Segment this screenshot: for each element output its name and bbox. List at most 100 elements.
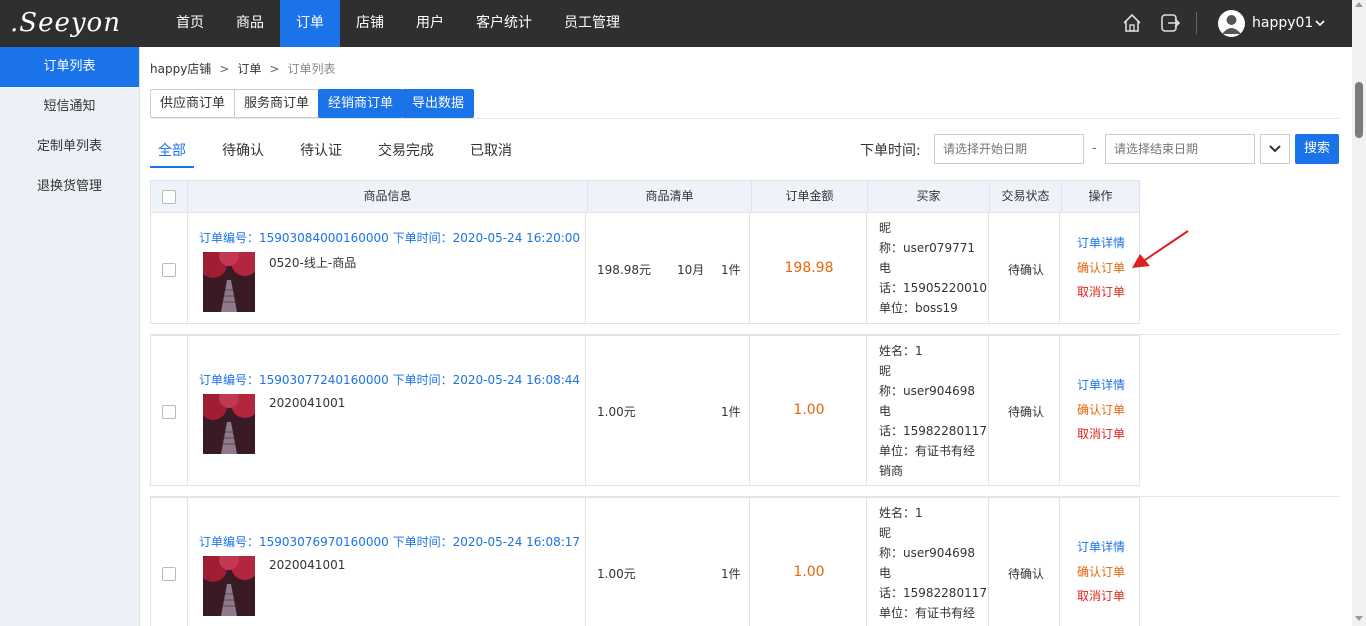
- nav-orders[interactable]: 订单: [280, 0, 340, 47]
- topbar-divider: [1196, 12, 1197, 34]
- divider: [150, 118, 1340, 119]
- order-time-label: 下单时间:: [860, 143, 921, 159]
- chevron-right-icon: >: [219, 61, 230, 76]
- order-number-time[interactable]: 订单编号：15903076970160000 下单时间：2020-05-24 1…: [199, 533, 580, 550]
- product-name[interactable]: 0520-线上-商品: [269, 254, 356, 271]
- product-quantity: 1件: [721, 405, 741, 419]
- nav-staff[interactable]: 员工管理: [548, 0, 636, 47]
- product-thumbnail[interactable]: [203, 394, 255, 454]
- product-thumbnail[interactable]: [203, 252, 255, 312]
- product-thumbnail[interactable]: [203, 556, 255, 616]
- product-price: 1.00元: [597, 405, 636, 419]
- date-dropdown-button[interactable]: [1260, 134, 1290, 164]
- sidebar-item-returns[interactable]: 退换货管理: [0, 167, 139, 207]
- nav-home[interactable]: 首页: [160, 0, 220, 47]
- active-tab-indicator: [150, 166, 194, 168]
- order-detail-link[interactable]: 订单详情: [1061, 376, 1141, 393]
- product-quantity: 1件: [721, 263, 741, 277]
- top-navbar: .Seeyon 首页 商品 订单 店铺 用户 客户统计 员工管理: [0, 0, 1352, 47]
- chevron-down-icon[interactable]: [1314, 17, 1326, 29]
- product-name[interactable]: 2020041001: [269, 396, 345, 410]
- product-name[interactable]: 2020041001: [269, 558, 345, 572]
- user-avatar-icon: [1218, 10, 1245, 37]
- breadcrumb: happy店铺 > 订单 > 订单列表: [150, 60, 335, 77]
- order-checkbox[interactable]: [162, 263, 176, 277]
- cancel-order-link[interactable]: 取消订单: [1061, 425, 1141, 442]
- order-number-time[interactable]: 订单编号：15903077240160000 下单时间：2020-05-24 1…: [199, 371, 580, 388]
- order-detail-link[interactable]: 订单详情: [1061, 538, 1141, 555]
- main-nav: 首页 商品 订单 店铺 用户 客户统计 员工管理: [160, 0, 636, 47]
- nav-customer-stats[interactable]: 客户统计: [460, 0, 548, 47]
- select-all-checkbox[interactable]: [162, 190, 176, 204]
- breadcrumb-orders[interactable]: 订单: [237, 60, 261, 77]
- end-date-input[interactable]: [1105, 134, 1255, 164]
- product-image-icon: [203, 394, 255, 454]
- start-date-input[interactable]: [934, 134, 1084, 164]
- order-amount: 1.00: [793, 402, 825, 418]
- annotation-arrow-icon: [1132, 230, 1189, 268]
- order-checkbox[interactable]: [162, 567, 176, 581]
- service-orders-button[interactable]: 服务商订单: [234, 89, 320, 118]
- order-row: 订单编号：15903076970160000 下单时间：2020-05-24 1…: [150, 497, 1140, 626]
- product-price: 198.98元: [597, 263, 651, 277]
- order-amount: 1.00: [793, 564, 825, 580]
- order-table-header: 商品信息 商品清单 订单金额 买家 交易状态 操作: [150, 180, 1140, 213]
- confirm-order-link[interactable]: 确认订单: [1061, 401, 1141, 418]
- chevron-down-icon: [1269, 145, 1281, 153]
- order-row: 订单编号：15903084000160000 下单时间：2020-05-24 1…: [150, 212, 1140, 324]
- order-amount: 198.98: [784, 260, 834, 276]
- sidebar-item-sms[interactable]: 短信通知: [0, 87, 139, 127]
- scroll-up-icon[interactable]: [1355, 2, 1363, 7]
- tab-cancelled[interactable]: 已取消: [470, 140, 512, 160]
- cancel-order-link[interactable]: 取消订单: [1061, 587, 1141, 604]
- scrollbar-thumb[interactable]: [1355, 82, 1363, 138]
- trade-status: 待确认: [1007, 567, 1044, 581]
- header-actions: 操作: [1061, 181, 1139, 212]
- breadcrumb-current: 订单列表: [287, 62, 336, 76]
- product-spec: 10月: [677, 263, 705, 277]
- trade-status: 待确认: [1007, 263, 1044, 277]
- sidebar: 订单列表 短信通知 定制单列表 退换货管理: [0, 47, 140, 626]
- user-name[interactable]: happy01: [1252, 0, 1313, 47]
- sidebar-item-order-list[interactable]: 订单列表: [0, 47, 139, 87]
- nav-store[interactable]: 店铺: [340, 0, 400, 47]
- tab-pending-confirm[interactable]: 待确认: [222, 140, 264, 160]
- header-product-list: 商品清单: [587, 181, 751, 212]
- user-avatar[interactable]: [1218, 10, 1245, 37]
- header-product-info: 商品信息: [187, 181, 587, 212]
- logout-icon[interactable]: [1159, 12, 1181, 34]
- cancel-order-link[interactable]: 取消订单: [1061, 283, 1141, 300]
- confirm-order-link[interactable]: 确认订单: [1061, 563, 1141, 580]
- order-row: 订单编号：15903077240160000 下单时间：2020-05-24 1…: [150, 335, 1140, 486]
- chevron-right-icon: >: [269, 61, 280, 76]
- date-range-dash: -: [1092, 141, 1097, 156]
- product-image-icon: [203, 556, 255, 616]
- buyer-info: 姓名：1 昵 称：user904698 电 话：15982280117 单位：有…: [879, 506, 987, 620]
- supplier-orders-button[interactable]: 供应商订单: [150, 89, 236, 118]
- search-button[interactable]: 搜索: [1295, 134, 1339, 164]
- nav-users[interactable]: 用户: [400, 0, 460, 47]
- export-data-button[interactable]: 导出数据: [402, 89, 475, 118]
- nav-products[interactable]: 商品: [220, 0, 280, 47]
- buyer-info: 姓名：1 昵 称：user904698 电 话：15982280117 单位：有…: [879, 344, 987, 478]
- buyer-info: 昵 称：user079771 电 话：15905220010 单位：boss19: [879, 221, 987, 315]
- vertical-scrollbar[interactable]: [1352, 0, 1366, 626]
- home-icon[interactable]: [1121, 12, 1143, 34]
- product-price: 1.00元: [597, 567, 636, 581]
- header-order-amount: 订单金额: [751, 181, 867, 212]
- product-quantity: 1件: [721, 567, 741, 581]
- tab-pending-auth[interactable]: 待认证: [300, 140, 342, 160]
- header-trade-status: 交易状态: [989, 181, 1061, 212]
- scroll-down-icon[interactable]: [1355, 616, 1363, 621]
- dealer-orders-button[interactable]: 经销商订单: [318, 89, 404, 118]
- trade-status: 待确认: [1007, 405, 1044, 419]
- header-buyer: 买家: [867, 181, 989, 212]
- order-number-time[interactable]: 订单编号：15903084000160000 下单时间：2020-05-24 1…: [199, 229, 580, 246]
- tab-completed[interactable]: 交易完成: [378, 140, 434, 160]
- product-image-icon: [203, 252, 255, 312]
- order-checkbox[interactable]: [162, 405, 176, 419]
- seeyon-logo[interactable]: .Seeyon: [10, 6, 120, 40]
- breadcrumb-store[interactable]: happy店铺: [150, 60, 211, 77]
- tab-all[interactable]: 全部: [158, 140, 186, 160]
- sidebar-item-custom-orders[interactable]: 定制单列表: [0, 127, 139, 167]
